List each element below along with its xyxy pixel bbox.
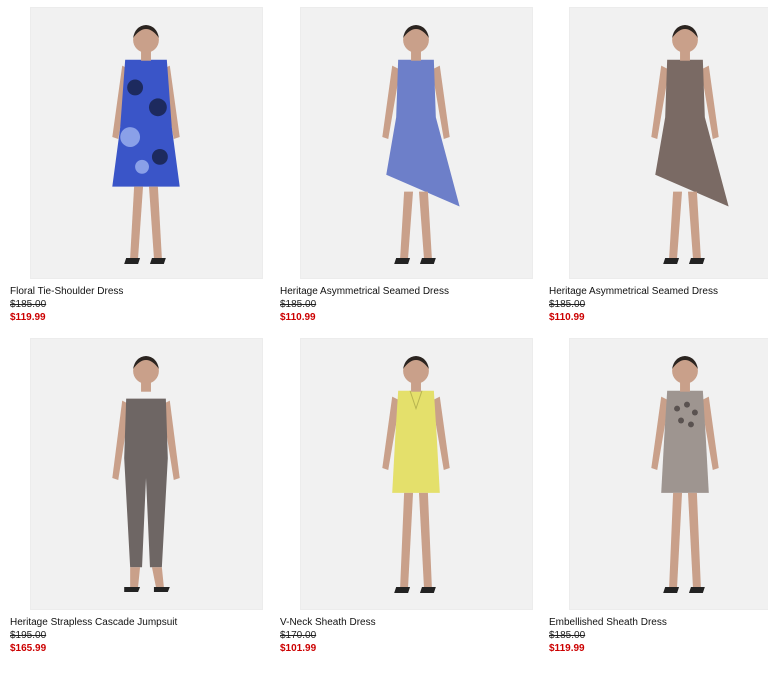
model-figure — [112, 25, 180, 264]
original-price: $185.00 — [280, 299, 317, 310]
product-image[interactable] — [30, 338, 263, 610]
product-image[interactable] — [300, 338, 533, 610]
sale-price: $165.99 — [10, 643, 47, 654]
sale-price: $110.99 — [280, 312, 316, 323]
product-name[interactable]: Floral Tie-Shoulder Dress — [10, 285, 268, 298]
product-card[interactable]: Heritage Asymmetrical Seamed Dress $185.… — [280, 7, 538, 324]
original-price: $185.00 — [549, 299, 586, 310]
product-image[interactable] — [569, 7, 768, 279]
product-name[interactable]: Embellished Sheath Dress — [549, 616, 768, 629]
product-card[interactable]: Heritage Asymmetrical Seamed Dress $185.… — [549, 7, 768, 324]
original-price: $185.00 — [10, 299, 47, 310]
product-image[interactable] — [569, 338, 768, 610]
model-figure — [651, 356, 719, 593]
sale-price: $119.99 — [10, 312, 46, 323]
sale-price: $119.99 — [549, 643, 585, 654]
product-image[interactable] — [30, 7, 263, 279]
original-price: $195.00 — [10, 630, 47, 641]
product-card[interactable]: Heritage Strapless Cascade Jumpsuit $195… — [10, 338, 268, 655]
original-price: $185.00 — [549, 630, 586, 641]
model-figure — [112, 356, 180, 592]
product-name[interactable]: Heritage Asymmetrical Seamed Dress — [549, 285, 768, 298]
product-name[interactable]: Heritage Strapless Cascade Jumpsuit — [10, 616, 268, 629]
sale-price: $101.99 — [280, 643, 317, 654]
product-card[interactable]: Embellished Sheath Dress $185.00 $119.99 — [549, 338, 768, 655]
product-name[interactable]: V-Neck Sheath Dress — [280, 616, 538, 629]
model-figure — [382, 25, 460, 264]
model-figure — [651, 25, 729, 264]
product-image[interactable] — [300, 7, 533, 279]
product-card[interactable]: Floral Tie-Shoulder Dress $185.00 $119.9… — [10, 7, 268, 324]
original-price: $170.00 — [280, 630, 317, 641]
sale-price: $110.99 — [549, 312, 585, 323]
product-card[interactable]: V-Neck Sheath Dress $170.00 $101.99 — [280, 338, 538, 655]
product-name[interactable]: Heritage Asymmetrical Seamed Dress — [280, 285, 538, 298]
product-grid: Floral Tie-Shoulder Dress $185.00 $119.9… — [0, 0, 768, 681]
model-figure — [382, 356, 450, 593]
